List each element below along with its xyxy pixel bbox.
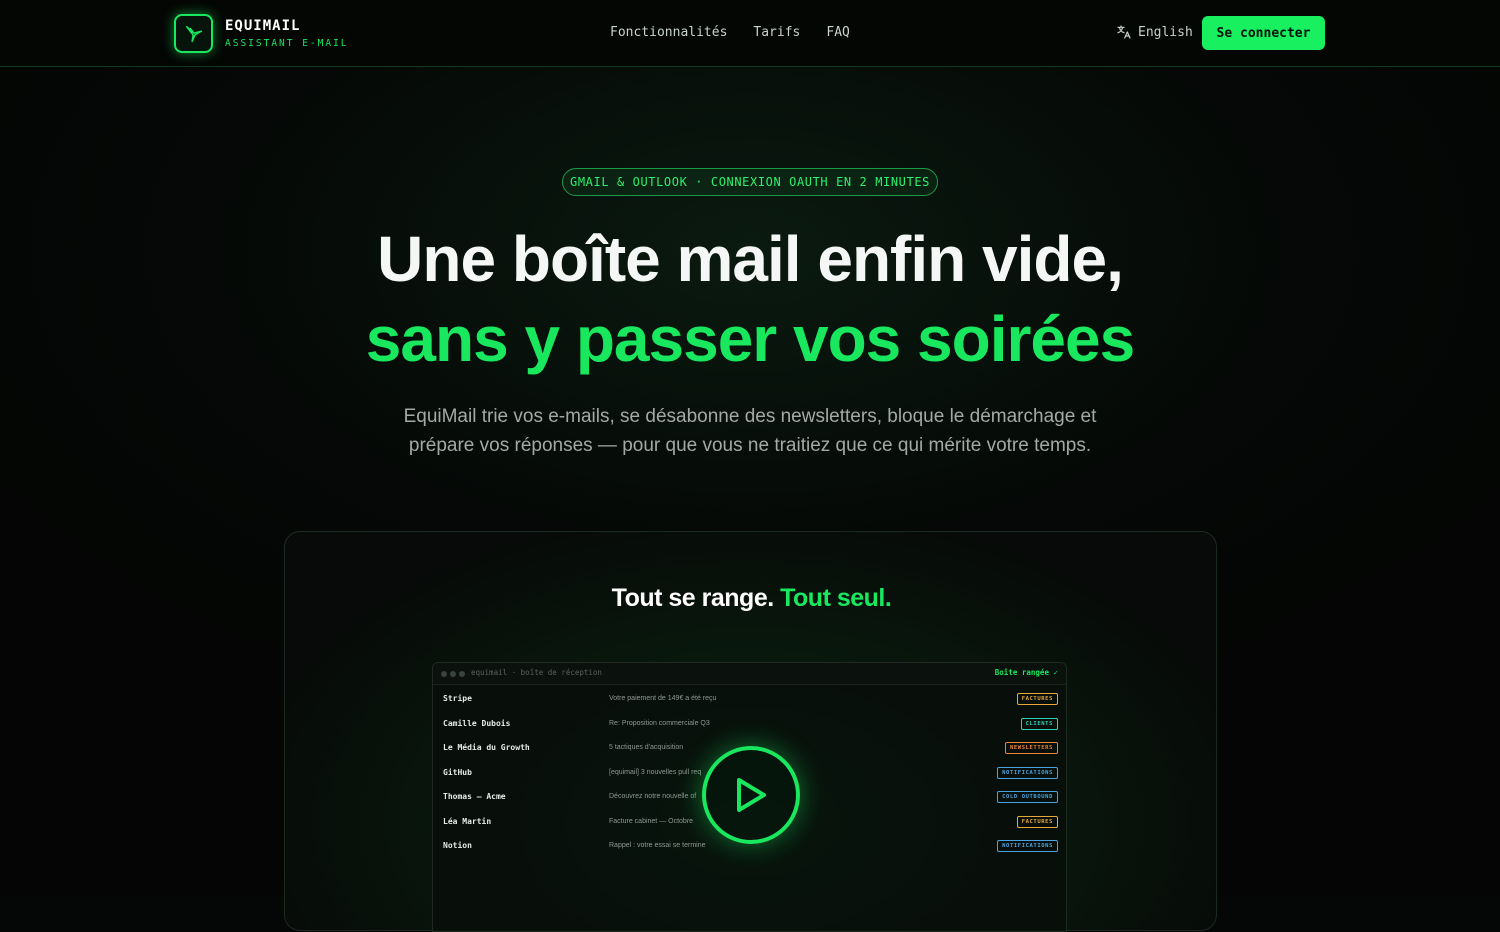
inbox-row-tag: FACTURES — [1016, 815, 1058, 828]
window-dot — [459, 671, 465, 677]
inbox-titlebar: equimail · boîte de réception Boîte rang… — [433, 663, 1066, 685]
inbox-row-sender: GitHub — [443, 767, 472, 777]
inbox-row-sender: Le Média du Growth — [443, 743, 530, 752]
play-button[interactable] — [702, 746, 800, 844]
hero-description: EquiMail trie vos e-mails, se désabonne … — [403, 406, 1097, 456]
inbox-row-tag: NOTIFICATIONS — [997, 766, 1058, 779]
inbox-row-subject: Facture cabinet — Octobre — [609, 817, 694, 825]
demo-title-green: Tout seul. — [780, 584, 892, 612]
hero-title-line1: Une boîte mail enfin vide, — [377, 223, 1124, 295]
nav-link-features[interactable]: Fonctionnalités — [610, 25, 727, 40]
nav-link-faq[interactable]: FAQ — [826, 25, 849, 40]
nav-link-pricing[interactable]: Tarifs — [753, 25, 800, 40]
inbox-row-subject: Découvrez notre nouvelle of — [609, 793, 697, 800]
inbox-row-sender: Thomas — Acme — [443, 792, 506, 801]
play-icon — [737, 778, 766, 812]
inbox-row-sender: Notion — [443, 841, 472, 850]
inbox-path: equimail · boîte de réception — [471, 668, 602, 677]
inbox-row-tag: NEWSLETTERS — [1004, 742, 1058, 754]
inbox-row-sender: Léa Martin — [443, 816, 492, 826]
window-dot — [441, 671, 447, 677]
inbox-row-tag: NOTIFICATIONS — [997, 840, 1058, 852]
hero-title-line2: sans y passer vos soirées — [365, 303, 1135, 375]
inbox-row-subject: [equimail] 3 nouvelles pull req — [609, 768, 702, 776]
inbox-row-subject: Rappel : votre essai se termine — [609, 842, 706, 849]
inbox-row-sender: Camille Dubois — [443, 718, 511, 728]
demo-video-card: Tout se range. Tout seul. equimail · boî… — [284, 531, 1218, 932]
inbox-row-sender: Stripe — [443, 694, 472, 703]
translate-icon — [1117, 25, 1131, 39]
inbox-row-tag: CLIENTS — [1020, 717, 1058, 730]
hero-badge: GMAIL & OUTLOOK · CONNEXION OAUTH EN 2 M… — [562, 168, 938, 196]
login-button[interactable]: Se connecter — [1202, 16, 1325, 50]
demo-title-white: Tout se range. — [611, 584, 775, 612]
inbox-row-tag: FACTURES — [1016, 693, 1058, 705]
inbox-status: Boîte rangée ✓ — [994, 668, 1058, 677]
brand-name[interactable]: EQUIMAIL — [225, 18, 300, 34]
inbox-row-subject: Re: Proposition commerciale Q3 — [609, 719, 710, 727]
language-label: English — [1138, 24, 1193, 40]
top-navigation: EQUIMAIL ASSISTANT E-MAIL Fonctionnalité… — [0, 0, 1500, 67]
language-switcher[interactable]: English — [1116, 24, 1193, 40]
inbox-row-tag: COLD OUTBOUND — [997, 791, 1058, 803]
inbox-row[interactable]: Stripe Votre paiement de 149€ a été reçu F… — [433, 687, 1066, 711]
brand-tagline: ASSISTANT E-MAIL — [225, 38, 349, 49]
logo[interactable] — [174, 14, 213, 53]
demo-title: Tout se range. Tout seul. — [285, 584, 1218, 613]
hummingbird-icon — [185, 25, 202, 42]
window-dot — [450, 671, 456, 677]
inbox-row-subject: 5 tactiques d'acquisition — [609, 744, 684, 751]
nav-links: Fonctionnalités Tarifs FAQ — [610, 25, 850, 40]
inbox-row[interactable]: Camille Dubois Re: Proposition commercial… — [433, 712, 1066, 736]
inbox-row-subject: Votre paiement de 149€ a été reçu — [609, 695, 717, 702]
